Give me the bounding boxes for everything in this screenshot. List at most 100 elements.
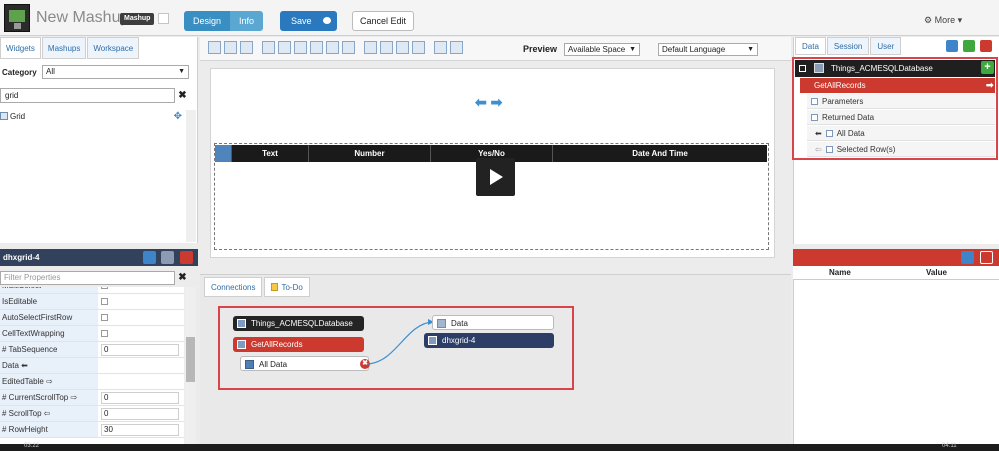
tab-session[interactable]: Session xyxy=(826,37,870,55)
property-row[interactable]: # TabSequence 0 xyxy=(0,342,184,358)
property-row[interactable]: Data ⬅ xyxy=(0,358,184,374)
distribute-h-icon[interactable] xyxy=(364,41,377,54)
property-value[interactable] xyxy=(98,310,184,325)
property-input[interactable]: 0 xyxy=(101,392,179,404)
tab-info[interactable]: Info xyxy=(230,11,264,31)
tab-workspace[interactable]: Workspace xyxy=(87,37,140,59)
filter-properties-input[interactable]: Filter Properties xyxy=(0,271,175,285)
share-icon[interactable] xyxy=(961,251,974,264)
grid-menu-icon[interactable] xyxy=(215,145,232,162)
widget-list-item[interactable]: Grid ✥ xyxy=(0,111,186,123)
settings-icon[interactable] xyxy=(161,251,174,264)
tab-connections[interactable]: Connections xyxy=(204,277,263,297)
clear-filter-icon[interactable]: ✖ xyxy=(176,271,189,285)
selected-rows-row[interactable]: ⇦ Selected Row(s) xyxy=(807,142,995,157)
same-height-icon[interactable] xyxy=(434,41,447,54)
align-left-icon[interactable] xyxy=(262,41,275,54)
service-row[interactable]: GetAllRecords xyxy=(800,78,995,93)
swap-arrows-icon[interactable]: ⬅ ➡ xyxy=(475,94,502,111)
property-value[interactable]: 0 xyxy=(98,406,184,421)
preview-space-select[interactable]: Available Space ▼ xyxy=(564,43,640,56)
node-label: GetAllRecords xyxy=(251,340,303,349)
service-node[interactable]: GetAllRecords xyxy=(233,337,364,352)
property-checkbox[interactable] xyxy=(101,287,108,289)
clear-search-icon[interactable]: ✖ xyxy=(176,88,189,103)
add-service-icon[interactable]: + xyxy=(981,61,994,74)
add-data-icon[interactable] xyxy=(963,40,975,52)
close-icon[interactable] xyxy=(980,251,993,264)
widget-search-input[interactable]: grid xyxy=(0,88,175,103)
property-row[interactable]: CellTextWrapping xyxy=(0,326,184,342)
property-row[interactable]: AutoSelectFirstRow xyxy=(0,310,184,326)
cancel-edit-button[interactable]: Cancel Edit xyxy=(352,11,414,31)
left-tabs: Widgets Mashups Workspace xyxy=(0,37,140,59)
property-value[interactable] xyxy=(98,374,184,389)
tab-user[interactable]: User xyxy=(870,37,902,55)
property-value[interactable] xyxy=(98,287,184,293)
align-middle-icon[interactable] xyxy=(326,41,339,54)
property-row[interactable]: IsEditable xyxy=(0,294,184,310)
property-row[interactable]: EditedTable ⇨ xyxy=(0,374,184,390)
delete-icon[interactable] xyxy=(180,251,193,264)
properties-scrollbar[interactable] xyxy=(185,287,196,444)
tab-mashups[interactable]: Mashups xyxy=(41,37,87,59)
grid-column-header[interactable]: Number xyxy=(309,145,431,162)
datasource-header[interactable]: Things_ACMESQLDatabase xyxy=(795,60,995,77)
property-value[interactable] xyxy=(98,294,184,309)
copy-icon[interactable] xyxy=(224,41,237,54)
center-icon[interactable] xyxy=(396,41,409,54)
target-widget-node[interactable]: dhxgrid-4 xyxy=(424,333,554,348)
align-right-icon[interactable] xyxy=(294,41,307,54)
app-logo-icon[interactable] xyxy=(4,4,30,32)
collapse-icon[interactable] xyxy=(799,65,806,72)
align-top-icon[interactable] xyxy=(310,41,323,54)
property-row[interactable]: MultiSelect xyxy=(0,287,184,294)
returned-data-row[interactable]: Returned Data xyxy=(807,110,995,125)
tab-data[interactable]: Data xyxy=(795,37,826,55)
property-value[interactable]: 0 xyxy=(98,342,184,357)
source-thing-node[interactable]: Things_ACMESQLDatabase xyxy=(233,316,364,331)
property-checkbox[interactable] xyxy=(101,314,108,321)
property-input[interactable]: 0 xyxy=(101,344,179,356)
property-row[interactable]: # CurrentScrollTop ⇨ 0 xyxy=(0,390,184,406)
property-value[interactable] xyxy=(98,326,184,341)
property-row[interactable]: # RowHeight 30 xyxy=(0,422,184,438)
tab-design[interactable]: Design xyxy=(184,11,231,31)
tab-todo[interactable]: To-Do xyxy=(264,277,310,297)
all-data-row[interactable]: ⬅ All Data xyxy=(807,126,995,141)
close-icon[interactable] xyxy=(980,40,992,52)
save-button[interactable]: Save xyxy=(280,11,337,31)
distribute-v-icon[interactable] xyxy=(380,41,393,54)
align-bottom-icon[interactable] xyxy=(342,41,355,54)
cut-icon[interactable] xyxy=(208,41,221,54)
align-center-icon[interactable] xyxy=(278,41,291,54)
tab-widgets[interactable]: Widgets xyxy=(0,37,41,59)
video-play-button[interactable] xyxy=(476,158,515,196)
property-input[interactable]: 30 xyxy=(101,424,179,436)
output-node[interactable]: All Data xyxy=(240,356,369,371)
property-checkbox[interactable] xyxy=(101,330,108,337)
language-select[interactable]: Default Language ▼ xyxy=(658,43,758,56)
property-row[interactable]: # ScrollTop ⇦ 0 xyxy=(0,406,184,422)
share-icon[interactable] xyxy=(143,251,156,264)
left-scrollbar[interactable] xyxy=(186,110,196,242)
category-select[interactable]: All ▼ xyxy=(42,65,189,79)
same-width-icon[interactable] xyxy=(450,41,463,54)
property-value[interactable]: 0 xyxy=(98,390,184,405)
grid-column-header[interactable]: Text xyxy=(232,145,309,162)
grid-icon[interactable] xyxy=(412,41,425,54)
grid-column-header[interactable]: Date And Time xyxy=(553,145,767,162)
help-icon[interactable] xyxy=(158,13,169,24)
comment-icon xyxy=(323,17,331,24)
property-value[interactable] xyxy=(98,358,184,373)
property-checkbox[interactable] xyxy=(101,298,108,305)
move-icon[interactable]: ✥ xyxy=(174,111,182,123)
refresh-icon[interactable] xyxy=(946,40,958,52)
video-progress-bar[interactable]: 03:22 04:11 xyxy=(0,443,999,451)
property-input[interactable]: 0 xyxy=(101,408,179,420)
property-value[interactable]: 30 xyxy=(98,422,184,437)
parameters-row[interactable]: Parameters xyxy=(807,94,995,109)
more-menu-button[interactable]: ⚙ More ▾ xyxy=(924,15,962,26)
target-property-node[interactable]: Data xyxy=(432,315,554,330)
paste-icon[interactable] xyxy=(240,41,253,54)
